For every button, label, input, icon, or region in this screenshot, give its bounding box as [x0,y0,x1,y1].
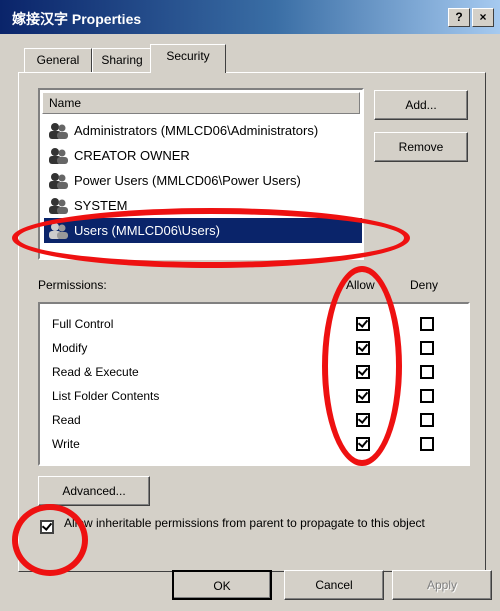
ok-button[interactable]: OK [172,570,272,600]
deny-modify-checkbox[interactable] [420,341,434,355]
deny-read-execute-checkbox[interactable] [420,365,434,379]
inherit-permissions-checkbox[interactable] [40,520,54,534]
list-item[interactable]: SYSTEM [44,193,362,218]
remove-button[interactable]: Remove [374,132,468,162]
deny-read-checkbox[interactable] [420,413,434,427]
permission-row: Full Control [52,312,472,336]
list-item-label: Administrators (MMLCD06\Administrators) [74,123,319,138]
allow-header: Allow [346,278,375,292]
group-icon [49,123,68,139]
list-item-selected[interactable]: Users (MMLCD06\Users) [44,218,362,243]
deny-write-checkbox[interactable] [420,437,434,451]
allow-read-checkbox[interactable] [356,413,370,427]
window-title: 嫁接汉字 Properties [12,11,142,27]
list-item-label: SYSTEM [74,198,128,213]
group-icon [49,223,68,239]
permission-label: Read & Execute [52,365,139,379]
tab-general[interactable]: General [24,48,92,73]
list-item[interactable]: Administrators (MMLCD06\Administrators) [44,118,362,143]
allow-full-control-checkbox[interactable] [356,317,370,331]
allow-write-checkbox[interactable] [356,437,370,451]
name-column-header[interactable]: Name [42,92,360,114]
permission-label: Modify [52,341,88,355]
group-icon [49,173,68,189]
allow-read-execute-checkbox[interactable] [356,365,370,379]
deny-list-folder-checkbox[interactable] [420,389,434,403]
permission-label: Write [52,437,80,451]
permission-row: Modify [52,336,472,360]
permission-row: Read & Execute [52,360,472,384]
allow-modify-checkbox[interactable] [356,341,370,355]
inherit-permissions-label[interactable]: Allow inheritable permissions from paren… [64,513,464,533]
permissions-label: Permissions: [38,278,107,292]
group-icon [49,148,68,164]
deny-full-control-checkbox[interactable] [420,317,434,331]
add-button[interactable]: Add... [374,90,468,120]
close-button[interactable]: × [472,8,494,27]
names-list[interactable]: Name Administrators (MMLCD06\Administrat… [38,88,364,260]
permission-row: Read [52,408,472,432]
advanced-button[interactable]: Advanced... [38,476,150,506]
tab-sharing[interactable]: Sharing [92,48,152,73]
permission-label: Read [52,413,81,427]
permission-row: Write [52,432,472,456]
allow-list-folder-checkbox[interactable] [356,389,370,403]
list-item-label: CREATOR OWNER [74,148,190,163]
list-item[interactable]: Power Users (MMLCD06\Power Users) [44,168,362,193]
permission-label: Full Control [52,317,114,331]
properties-dialog: 嫁接汉字 Properties ? × General Sharing Secu… [0,0,500,611]
apply-button[interactable]: Apply [392,570,492,600]
title-bar[interactable]: 嫁接汉字 Properties ? × [0,0,500,34]
list-item-label: Power Users (MMLCD06\Power Users) [74,173,301,188]
permission-row: List Folder Contents [52,384,472,408]
list-item[interactable]: CREATOR OWNER [44,143,362,168]
deny-header: Deny [410,278,439,292]
tab-security[interactable]: Security [150,44,226,73]
permission-label: List Folder Contents [52,389,160,403]
group-icon [49,198,68,214]
list-item-label: Users (MMLCD06\Users) [74,223,220,238]
cancel-button[interactable]: Cancel [284,570,384,600]
help-button[interactable]: ? [448,8,470,27]
